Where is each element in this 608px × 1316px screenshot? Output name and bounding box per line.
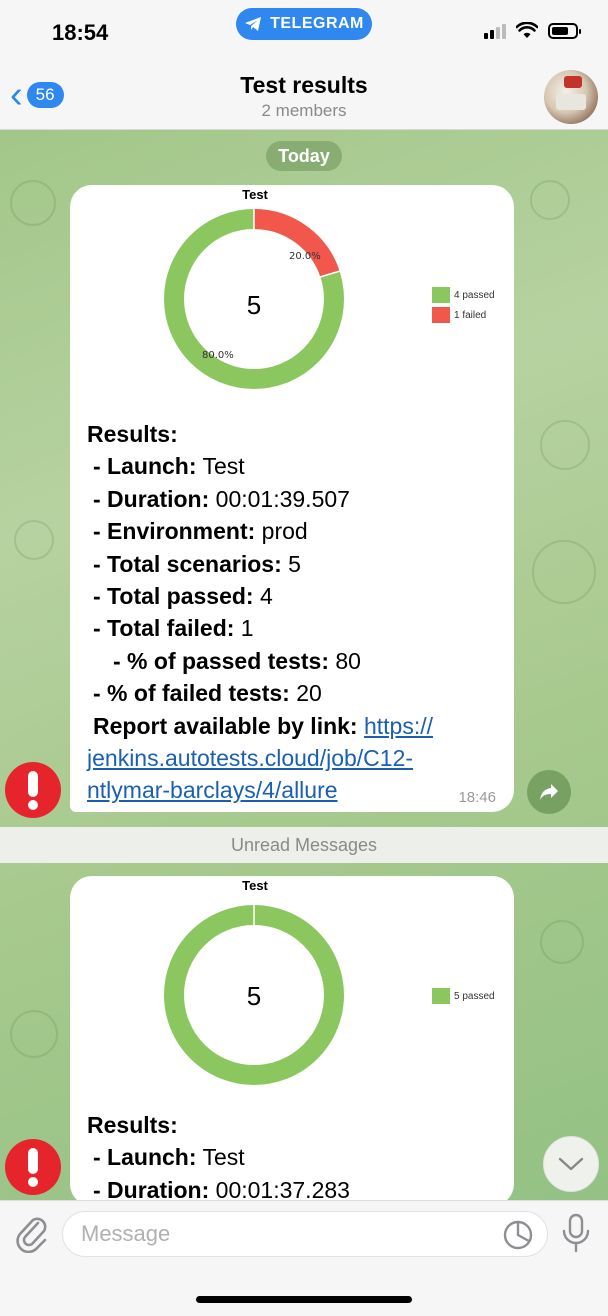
share-button[interactable] bbox=[527, 770, 571, 814]
chart-title: Test bbox=[242, 187, 268, 202]
message-input-placeholder: Message bbox=[81, 1221, 171, 1246]
message-bubble[interactable]: 20.0% 80.0% 5 Test 4 passed 1 failed Res… bbox=[70, 185, 514, 812]
chat-title[interactable]: Test results bbox=[0, 72, 608, 99]
legend-label: 4 passed bbox=[454, 289, 495, 301]
legend-swatch bbox=[432, 287, 450, 303]
legend-item: 1 failed bbox=[432, 305, 495, 325]
scroll-down-button[interactable] bbox=[543, 1136, 599, 1192]
message-input[interactable]: Message bbox=[62, 1211, 548, 1257]
telegram-banner-label: TELEGRAM bbox=[270, 15, 364, 32]
chevron-down-icon bbox=[558, 1157, 584, 1171]
share-icon bbox=[540, 784, 558, 800]
wallpaper-doodle bbox=[10, 1010, 58, 1058]
chat-avatar[interactable] bbox=[544, 70, 598, 124]
wallpaper-doodle bbox=[540, 920, 584, 964]
chat-members: 2 members bbox=[261, 101, 347, 120]
sender-avatar-alert[interactable] bbox=[5, 762, 61, 818]
donut-center-value: 5 bbox=[247, 290, 261, 320]
legend-swatch bbox=[432, 307, 450, 323]
legend-label: 1 failed bbox=[454, 309, 487, 321]
donut-center-value: 5 bbox=[247, 981, 261, 1011]
wallpaper-doodle bbox=[10, 180, 56, 226]
report-link[interactable]: https:// bbox=[364, 713, 433, 739]
result-line-pct-failed: - % of failed tests: 20 bbox=[93, 680, 322, 707]
legend-item: 5 passed bbox=[432, 986, 495, 1006]
chart-legend: 5 passed bbox=[432, 986, 495, 1006]
slice-percent-passed: 80.0% bbox=[202, 350, 234, 361]
message-time: 18:46 bbox=[458, 789, 496, 806]
result-line-passed: - Total passed: 4 bbox=[93, 583, 273, 610]
report-link[interactable]: jenkins.autotests.cloud/job/C12- bbox=[87, 742, 433, 774]
donut-slice-failed bbox=[253, 209, 340, 278]
results-heading: Results: bbox=[87, 421, 178, 447]
donut-chart: 20.0% 80.0% 5 Test 4 passed 1 failed bbox=[70, 185, 514, 410]
chart-legend: 4 passed 1 failed bbox=[432, 285, 495, 325]
slice-percent-failed: 20.0% bbox=[289, 251, 321, 262]
result-line-pct-passed: - % of passed tests: 80 bbox=[113, 647, 361, 674]
result-line-failed: - Total failed: 1 bbox=[93, 615, 254, 642]
legend-swatch bbox=[432, 988, 450, 1004]
legend-item: 4 passed bbox=[432, 285, 495, 305]
result-line-report: Report available by link: https:// bbox=[93, 712, 434, 739]
telegram-plane-icon bbox=[245, 17, 262, 31]
wallpaper-doodle bbox=[14, 520, 54, 560]
wallpaper-doodle bbox=[540, 420, 590, 470]
result-line-environment: - Environment: prod bbox=[93, 518, 308, 545]
message-bubble[interactable]: 5 Test 5 passed Results: - Launch: Test … bbox=[70, 876, 514, 1206]
sender-avatar-alert[interactable] bbox=[5, 1139, 61, 1195]
home-indicator bbox=[196, 1296, 412, 1303]
wallpaper-doodle bbox=[530, 180, 570, 220]
telegram-banner[interactable]: TELEGRAM bbox=[236, 8, 372, 40]
status-time: 18:54 bbox=[52, 20, 109, 45]
results-heading: Results: bbox=[87, 1112, 178, 1138]
battery-icon bbox=[548, 22, 581, 39]
result-line-launch: - Launch: Test bbox=[93, 453, 245, 480]
microphone-icon[interactable] bbox=[560, 1213, 592, 1255]
report-link[interactable]: ntlymar-barclays/4/allure bbox=[87, 774, 433, 806]
results-text: Results: - Launch: Test - Duration: 00:0… bbox=[87, 418, 433, 807]
results-text: Results: - Launch: Test - Duration: 00:0… bbox=[87, 1109, 350, 1206]
wallpaper-doodle bbox=[532, 540, 596, 604]
donut-chart: 5 Test 5 passed bbox=[70, 876, 514, 1101]
sticker-icon[interactable] bbox=[502, 1219, 534, 1251]
chart-title: Test bbox=[242, 878, 268, 893]
result-line-launch: - Launch: Test bbox=[93, 1144, 245, 1171]
navigation-bar: 18:54 TELEGRAM ‹ 56 Test results 2 membe… bbox=[0, 0, 608, 130]
date-separator: Today bbox=[266, 141, 342, 171]
result-line-scenarios: - Total scenarios: 5 bbox=[93, 550, 301, 577]
wifi-icon bbox=[516, 22, 538, 38]
paperclip-icon[interactable] bbox=[14, 1213, 50, 1253]
result-line-duration: - Duration: 00:01:39.507 bbox=[93, 485, 350, 512]
signal-icon bbox=[484, 23, 506, 39]
legend-label: 5 passed bbox=[454, 990, 495, 1002]
unread-separator: Unread Messages bbox=[0, 827, 608, 863]
status-icons bbox=[484, 22, 581, 39]
